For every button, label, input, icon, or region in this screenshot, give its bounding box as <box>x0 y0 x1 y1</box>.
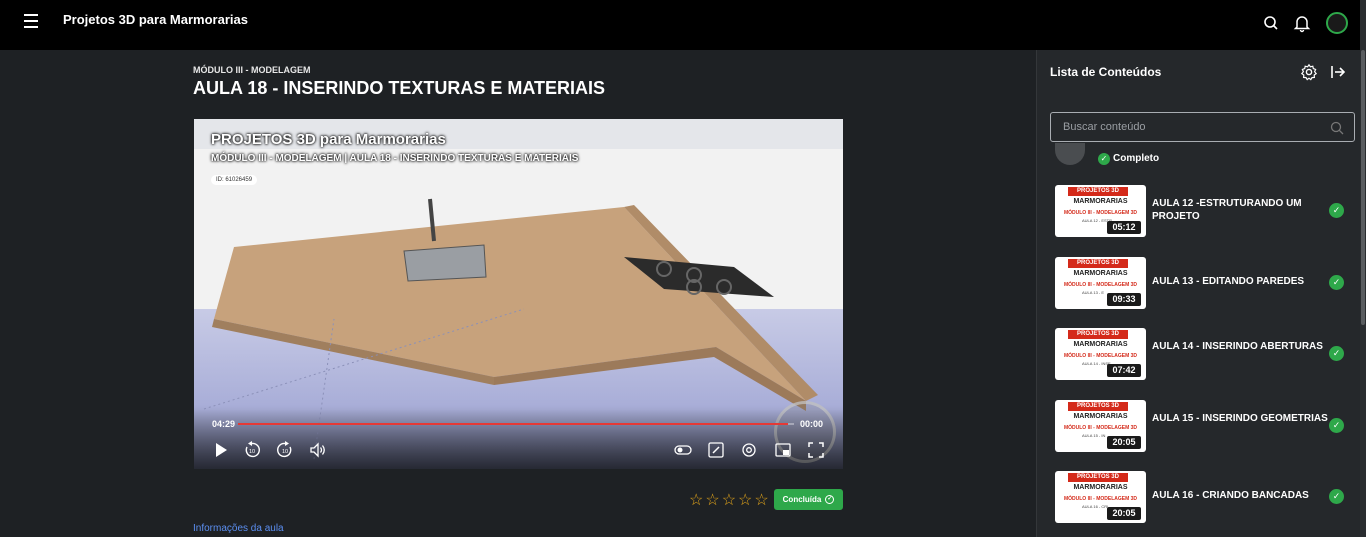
app-title[interactable]: Projetos 3D para Marmorarias <box>63 12 248 27</box>
completed-button[interactable]: Concluída ✓ <box>774 489 843 510</box>
thumb-name: MARMORARIAS <box>1073 198 1128 205</box>
settings-gear-icon[interactable] <box>740 441 758 459</box>
complete-label: Completo <box>1113 153 1160 164</box>
volume-icon[interactable] <box>309 441 327 459</box>
rewind-10-icon[interactable]: 10 <box>243 441 261 459</box>
check-circle-icon: ✓ <box>1098 153 1110 165</box>
module-thumbnail <box>1055 143 1085 165</box>
search-input[interactable] <box>1063 119 1313 135</box>
search-icon[interactable] <box>1329 120 1345 136</box>
thumb-brand: PROJETOS 3D <box>1068 330 1128 339</box>
page-title: AULA 18 - INSERINDO TEXTURAS E MATERIAIS <box>193 78 606 98</box>
thumb-brand: PROJETOS 3D <box>1068 187 1128 196</box>
fullscreen-icon[interactable] <box>807 441 825 459</box>
check-circle-icon: ✓ <box>1329 346 1344 361</box>
thumb-module: MÓDULO III - MODELAGEM 3D <box>1063 282 1138 288</box>
thumb-lesson-text: AULA 13 - E <box>1082 290 1105 295</box>
lesson-thumbnail: PROJETOS 3D MARMORARIAS MÓDULO III - MOD… <box>1055 471 1146 523</box>
check-circle-icon: ✓ <box>825 495 835 504</box>
thumb-lesson-text: AULA 16 - CRI <box>1082 504 1109 509</box>
lesson-title: AULA 14 - INSERINDO ABERTURAS <box>1152 341 1323 352</box>
bell-icon[interactable] <box>1292 13 1312 33</box>
thumb-brand: PROJETOS 3D <box>1068 259 1128 268</box>
lesson-duration: 07:42 <box>1107 364 1141 377</box>
lesson-title: AULA 12 -ESTRUTURANDO UM PROJETO <box>1152 198 1302 222</box>
content-list-panel: Lista de Conteúdos ✓ Completo PROJETOS 3… <box>1036 50 1360 537</box>
picture-in-picture-icon[interactable] <box>774 441 792 459</box>
lesson-duration: 05:12 <box>1107 221 1141 234</box>
panel-title: Lista de Conteúdos <box>1050 65 1162 79</box>
check-circle-icon: ✓ <box>1329 275 1344 290</box>
module-label: MÓDULO III - MODELAGEM <box>193 65 311 75</box>
rating-stars[interactable]: ☆ ☆ ☆ ☆ ☆ <box>689 492 771 509</box>
thumb-module: MÓDULO III - MODELAGEM 3D <box>1063 425 1138 431</box>
lesson-duration: 20:05 <box>1107 507 1141 520</box>
lesson-list-item[interactable]: PROJETOS 3D MARMORARIAS MÓDULO III - MOD… <box>1055 471 1355 523</box>
search-icon[interactable] <box>1261 13 1281 33</box>
forward-seconds: 10 <box>282 449 288 455</box>
forward-10-icon[interactable]: 10 <box>276 441 294 459</box>
star-icon[interactable]: ☆ <box>754 493 768 509</box>
lesson-duration: 20:05 <box>1107 436 1141 449</box>
thumb-name: MARMORARIAS <box>1073 413 1128 420</box>
star-icon[interactable]: ☆ <box>689 493 703 509</box>
lesson-title: AULA 13 - EDITANDO PAREDES <box>1152 276 1305 287</box>
top-bar: Projetos 3D para Marmorarias <box>0 0 1366 50</box>
completed-label: Concluída <box>782 495 822 504</box>
lesson-thumbnail: PROJETOS 3D MARMORARIAS MÓDULO III - MOD… <box>1055 257 1146 309</box>
lesson-main: MÓDULO III - MODELAGEM AULA 18 - INSERIN… <box>0 50 1036 537</box>
star-icon[interactable]: ☆ <box>705 493 719 509</box>
elapsed-time: 04:29 <box>212 419 236 429</box>
thumb-module: MÓDULO III - MODELAGEM 3D <box>1063 210 1138 216</box>
lesson-title: AULA 15 - INSERINDO GEOMETRIAS <box>1152 413 1328 424</box>
module-complete-status: ✓ Completo <box>1055 143 1355 165</box>
video-player[interactable]: PROJETOS 3D para Marmorarias MÓDULO III … <box>194 119 843 469</box>
check-circle-icon: ✓ <box>1329 203 1344 218</box>
star-icon[interactable]: ☆ <box>722 493 736 509</box>
player-controls <box>194 409 843 469</box>
progress-bar[interactable] <box>238 423 794 425</box>
check-circle-icon: ✓ <box>1329 418 1344 433</box>
thumb-name: MARMORARIAS <box>1073 484 1128 491</box>
thumb-brand: PROJETOS 3D <box>1068 402 1128 411</box>
gear-icon[interactable] <box>1300 63 1318 81</box>
star-icon[interactable]: ☆ <box>738 493 752 509</box>
play-icon[interactable] <box>212 441 230 459</box>
collapse-panel-icon[interactable] <box>1329 63 1347 81</box>
video-overlay-title: PROJETOS 3D para Marmorarias <box>211 131 446 148</box>
remaining-time: 00:00 <box>800 419 824 429</box>
lesson-list-item[interactable]: PROJETOS 3D MARMORARIAS MÓDULO III - MOD… <box>1055 400 1355 452</box>
search-field[interactable] <box>1050 112 1355 142</box>
avatar[interactable] <box>1326 12 1348 34</box>
thumb-name: MARMORARIAS <box>1073 341 1128 348</box>
lesson-info-link[interactable]: Informações da aula <box>193 523 284 534</box>
video-overlay-subtitle: MÓDULO III - MODELAGEM | AULA 18 - INSER… <box>211 153 579 164</box>
lesson-list-item[interactable]: PROJETOS 3D MARMORARIAS MÓDULO III - MOD… <box>1055 185 1355 237</box>
lesson-title: AULA 16 - CRIANDO BANCADAS <box>1152 490 1309 501</box>
lesson-thumbnail: PROJETOS 3D MARMORARIAS MÓDULO III - MOD… <box>1055 185 1146 237</box>
lesson-list-item[interactable]: PROJETOS 3D MARMORARIAS MÓDULO III - MOD… <box>1055 257 1355 309</box>
captions-toggle-icon[interactable] <box>674 441 692 459</box>
progress-fill <box>238 423 789 425</box>
lesson-duration: 09:33 <box>1107 293 1141 306</box>
thumb-name: MARMORARIAS <box>1073 270 1128 277</box>
lesson-list-item[interactable]: PROJETOS 3D MARMORARIAS MÓDULO III - MOD… <box>1055 328 1355 380</box>
rewind-seconds: 10 <box>249 449 255 455</box>
hamburger-menu-icon[interactable] <box>24 14 40 28</box>
check-circle-icon: ✓ <box>1329 489 1344 504</box>
notes-edit-icon[interactable] <box>707 441 725 459</box>
thumb-module: MÓDULO III - MODELAGEM 3D <box>1063 353 1138 359</box>
thumb-module: MÓDULO III - MODELAGEM 3D <box>1063 496 1138 502</box>
lesson-thumbnail: PROJETOS 3D MARMORARIAS MÓDULO III - MOD… <box>1055 400 1146 452</box>
thumb-brand: PROJETOS 3D <box>1068 473 1128 482</box>
page-scrollbar[interactable] <box>1360 0 1366 537</box>
video-id-badge: ID: 61026459 <box>211 175 258 185</box>
lesson-thumbnail: PROJETOS 3D MARMORARIAS MÓDULO III - MOD… <box>1055 328 1146 380</box>
thumb-lesson-text: AULA 15 - IN <box>1082 433 1106 438</box>
